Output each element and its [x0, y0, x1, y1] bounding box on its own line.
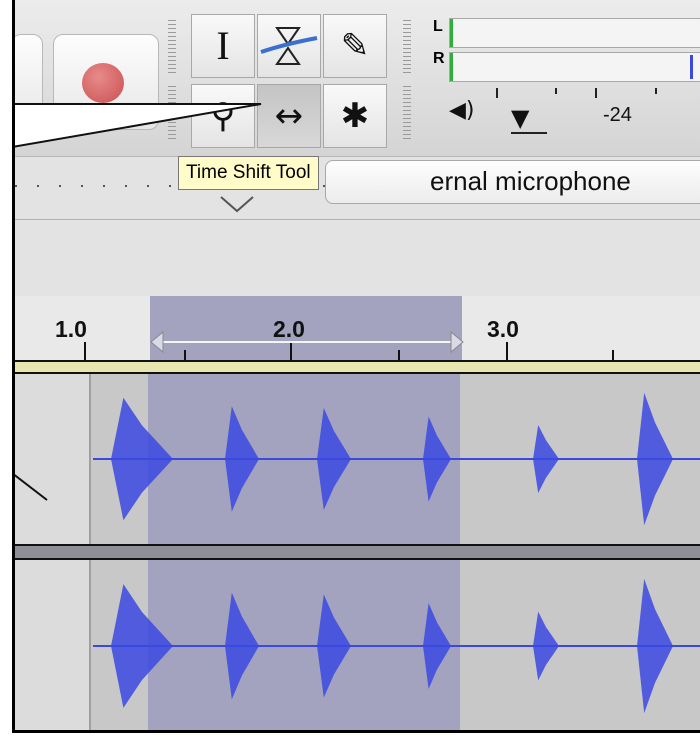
ruler-label: 2.0 — [273, 316, 305, 342]
callout-line — [15, 474, 48, 501]
ruler-label: 3.0 — [487, 316, 519, 342]
tooltip: Time Shift Tool — [178, 156, 319, 190]
meter-scale-label: -24 — [603, 104, 632, 126]
ruler-label: 1.0 — [55, 316, 87, 342]
track-separator — [15, 546, 700, 558]
input-device-value: ernal microphone — [430, 166, 631, 196]
meter-right-label: R — [433, 50, 445, 67]
meter-dropdown-icon[interactable]: ▼ — [511, 104, 529, 132]
input-device-select[interactable]: ernal microphone — [325, 160, 700, 204]
waveform-burst — [533, 611, 559, 681]
multi-tool-button[interactable]: ✱ — [323, 84, 387, 148]
meter-left-label: L — [433, 18, 443, 35]
waveform-burst — [637, 578, 673, 714]
waveform — [93, 392, 700, 526]
audacity-window: I ✎ ⚲ ↔ ✱ L R ◀) ▼ -24 ernal microphone … — [12, 0, 700, 733]
meter-left-bar[interactable] — [449, 18, 700, 48]
waveform-burst — [423, 603, 451, 689]
waveform-burst — [533, 425, 559, 493]
meter-right-bar[interactable] — [449, 52, 700, 82]
waveform-burst — [317, 594, 351, 698]
draw-tool-button[interactable]: ✎ — [323, 14, 387, 78]
asterisk-icon: ✱ — [340, 96, 370, 136]
ruler-marks — [15, 330, 700, 362]
waveform-burst — [111, 584, 173, 708]
toolbar-grip[interactable] — [403, 20, 411, 76]
pencil-icon: ✎ — [340, 26, 370, 66]
speaker-icon[interactable]: ◀) — [449, 98, 475, 123]
audio-track[interactable] — [15, 558, 700, 730]
waveform-burst — [637, 392, 673, 526]
waveform-burst — [317, 408, 351, 510]
audio-track[interactable] — [15, 372, 700, 546]
waveform-burst — [423, 416, 451, 502]
toolbar-grip[interactable] — [403, 86, 411, 142]
waveform-burst — [225, 592, 259, 700]
waveform — [93, 578, 700, 714]
waveform-burst — [225, 406, 259, 512]
track-top-bar — [15, 362, 700, 372]
waveform-burst — [111, 397, 173, 521]
